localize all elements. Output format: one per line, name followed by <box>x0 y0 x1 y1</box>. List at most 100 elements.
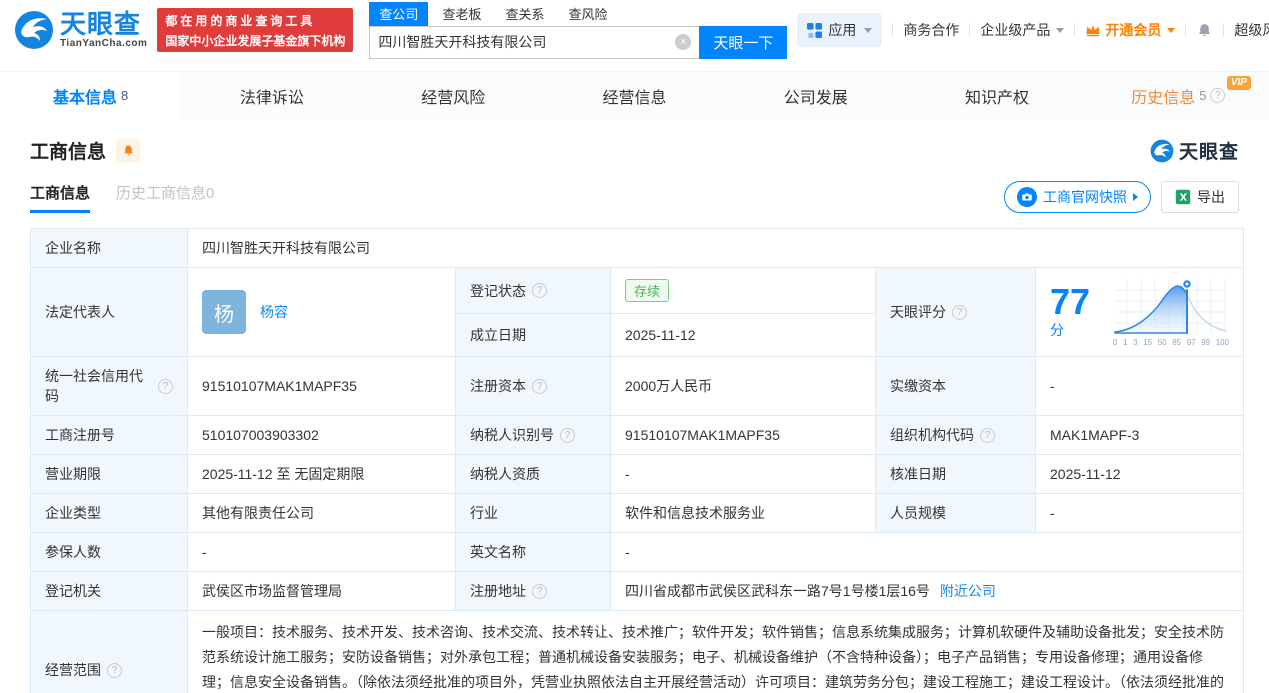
help-icon[interactable]: ? <box>532 583 547 599</box>
app-grid-icon <box>807 22 823 38</box>
tianyancha-logo-icon <box>1150 139 1174 162</box>
search-area: 查公司 查老板 查关系 查风险 × 天眼一下 <box>369 1 788 59</box>
table-row: 企业类型 其他有限责任公司 行业 软件和信息技术服务业 人员规模 - <box>30 493 1245 533</box>
tab-company-development[interactable]: 公司发展 <box>725 72 906 119</box>
search-tab-company[interactable]: 查公司 <box>369 1 429 26</box>
menu-super-risk[interactable]: 超级风... <box>1234 20 1269 40</box>
score-cell: 77分 0 1 3 15 50 85 97 99 100 <box>1034 267 1245 357</box>
credit-code-value: 91510107MAK1MAPF35 <box>187 356 456 416</box>
industry-value: 软件和信息技术服务业 <box>610 493 876 533</box>
table-row: 经营范围? 一般项目：技术服务、技术开发、技术咨询、技术交流、技术转让、技术推广… <box>30 610 1245 693</box>
help-icon[interactable]: ? <box>532 283 547 299</box>
tab-basic-info[interactable]: 基本信息 8 <box>0 72 182 119</box>
english-name-label: 英文名称 <box>455 532 611 572</box>
help-icon[interactable]: ? <box>107 662 122 678</box>
apps-menu[interactable]: 应用 <box>797 13 883 47</box>
tab-basic-count: 8 <box>121 88 129 103</box>
paid-capital-label: 实缴资本 <box>875 356 1036 416</box>
help-icon[interactable]: ? <box>1210 88 1226 103</box>
subtab-business-info[interactable]: 工商信息 <box>30 182 91 213</box>
tab-history-info[interactable]: VIP 历史信息 5 ? <box>1088 72 1269 119</box>
subtab-history-business-info[interactable]: 历史工商信息0 <box>116 182 214 213</box>
search-tab-risk[interactable]: 查风险 <box>558 2 617 26</box>
excel-icon <box>1175 189 1191 205</box>
company-type-label: 企业类型 <box>30 493 188 533</box>
business-term-label: 营业期限 <box>30 454 188 494</box>
legal-rep-cell: 杨 杨容 <box>187 267 456 357</box>
notification-bell[interactable] <box>1196 22 1213 39</box>
export-button[interactable]: 导出 <box>1161 181 1239 213</box>
table-row: 营业期限 2025-11-12 至 无固定期限 纳税人资质 - 核准日期 202… <box>30 454 1245 494</box>
reg-capital-label: 注册资本? <box>455 356 611 416</box>
top-bar: 天眼查 TianYanCha.com 都在用的商业查询工具 国家中小企业发展子基… <box>0 0 1269 60</box>
legal-rep-link[interactable]: 杨容 <box>260 302 288 322</box>
business-scope-value: 一般项目：技术服务、技术开发、技术咨询、技术交流、技术转让、技术推广；软件开发；… <box>186 610 1245 693</box>
company-type-value: 其他有限责任公司 <box>187 493 456 533</box>
legal-rep-label: 法定代表人 <box>30 267 188 357</box>
reg-number-label: 工商注册号 <box>30 415 188 455</box>
table-row: 参保人数 - 英文名称 - <box>30 532 1245 572</box>
help-icon[interactable]: ? <box>560 427 575 443</box>
tab-operation-risk[interactable]: 经营风险 <box>363 72 544 119</box>
status-badge: 存续 <box>625 279 670 303</box>
help-icon[interactable]: ? <box>980 427 995 443</box>
business-info-table: 企业名称 四川智胜天开科技有限公司 法定代表人 杨 杨容 登记状态? 存续 天眼… <box>30 228 1245 693</box>
search-tab-boss[interactable]: 查老板 <box>432 2 491 26</box>
reg-number-value: 510107003903302 <box>187 415 456 455</box>
clear-search-icon[interactable]: × <box>675 34 692 50</box>
menu-cooperation[interactable]: 商务合作 <box>903 20 959 40</box>
taxpayer-id-label: 纳税人识别号? <box>455 415 611 455</box>
table-row: 登记机关 武侯区市场监督管理局 注册地址? 四川省成都市武侯区武科东一路7号1号… <box>30 571 1245 611</box>
help-icon[interactable]: ? <box>952 304 967 320</box>
official-snapshot-button[interactable]: 工商官网快照 <box>1004 181 1151 213</box>
monitor-bell-button[interactable] <box>116 138 141 163</box>
menu-vip[interactable]: 开通会员 <box>1085 20 1176 40</box>
crown-icon <box>1086 25 1101 37</box>
search-input[interactable] <box>378 34 676 50</box>
brand-domain: TianYanCha.com <box>60 38 148 49</box>
reg-address-label: 注册地址? <box>455 571 611 611</box>
tab-operation-info[interactable]: 经营信息 <box>544 72 725 119</box>
insured-count-value: - <box>187 532 456 572</box>
nearby-companies-link[interactable]: 附近公司 <box>940 581 996 601</box>
search-button[interactable]: 天眼一下 <box>699 25 788 59</box>
bell-icon <box>1199 23 1211 36</box>
chevron-down-icon <box>864 27 873 33</box>
approval-date-value: 2025-11-12 <box>1034 454 1245 494</box>
search-tab-relation[interactable]: 查关系 <box>495 2 554 26</box>
section-title: 工商信息 <box>30 142 107 163</box>
arrow-right-icon <box>1133 193 1138 201</box>
chevron-down-icon <box>1167 27 1176 33</box>
business-term-value: 2025-11-12 至 无固定期限 <box>187 454 456 494</box>
tianyancha-logo-icon <box>15 11 53 49</box>
reg-authority-label: 登记机关 <box>30 571 188 611</box>
reg-status-label: 登记状态? <box>455 266 611 315</box>
establish-date-value: 2025-11-12 <box>610 313 876 357</box>
company-name-label: 企业名称 <box>30 228 188 268</box>
vip-badge: VIP <box>1226 76 1251 90</box>
promo-line1: 都在用的商业查询工具 <box>165 13 316 28</box>
company-name-value: 四川智胜天开科技有限公司 <box>186 228 1245 268</box>
avatar: 杨 <box>202 290 246 334</box>
tianyancha-logo[interactable]: 天眼查 TianYanCha.com <box>14 10 147 50</box>
camera-icon <box>1017 187 1037 207</box>
brand-name: 天眼查 <box>60 9 142 39</box>
menu-enterprise[interactable]: 企业级产品 <box>980 20 1065 40</box>
table-row: 法定代表人 杨 杨容 登记状态? 存续 天眼评分? 77分 0 1 3 15 5… <box>30 266 1245 357</box>
table-row: 工商注册号 510107003903302 纳税人识别号? 91510107MA… <box>30 415 1245 455</box>
paid-capital-value: - <box>1034 356 1245 416</box>
business-scope-label: 经营范围? <box>30 610 188 693</box>
apps-label: 应用 <box>828 22 857 38</box>
tab-legal-lawsuits[interactable]: 法律诉讼 <box>181 72 362 119</box>
help-icon[interactable]: ? <box>158 378 173 394</box>
score-curve-chart: 01 3 15 50 85 97 99 100 <box>1113 277 1229 347</box>
english-name-value: - <box>609 532 1245 572</box>
tab-intellectual-property[interactable]: 知识产权 <box>906 72 1087 119</box>
search-tabs: 查公司 查老板 查关系 查风险 <box>369 1 787 26</box>
bell-icon <box>123 145 133 155</box>
promo-badge: 都在用的商业查询工具 国家中小企业发展子基金旗下机构 <box>157 8 354 52</box>
company-nav-tabs: 基本信息 8 法律诉讼 经营风险 经营信息 公司发展 知识产权 VIP 历史信息… <box>0 71 1269 119</box>
staff-size-value: - <box>1034 493 1245 533</box>
help-icon[interactable]: ? <box>532 378 547 394</box>
reg-status-value: 存续 <box>610 266 876 315</box>
